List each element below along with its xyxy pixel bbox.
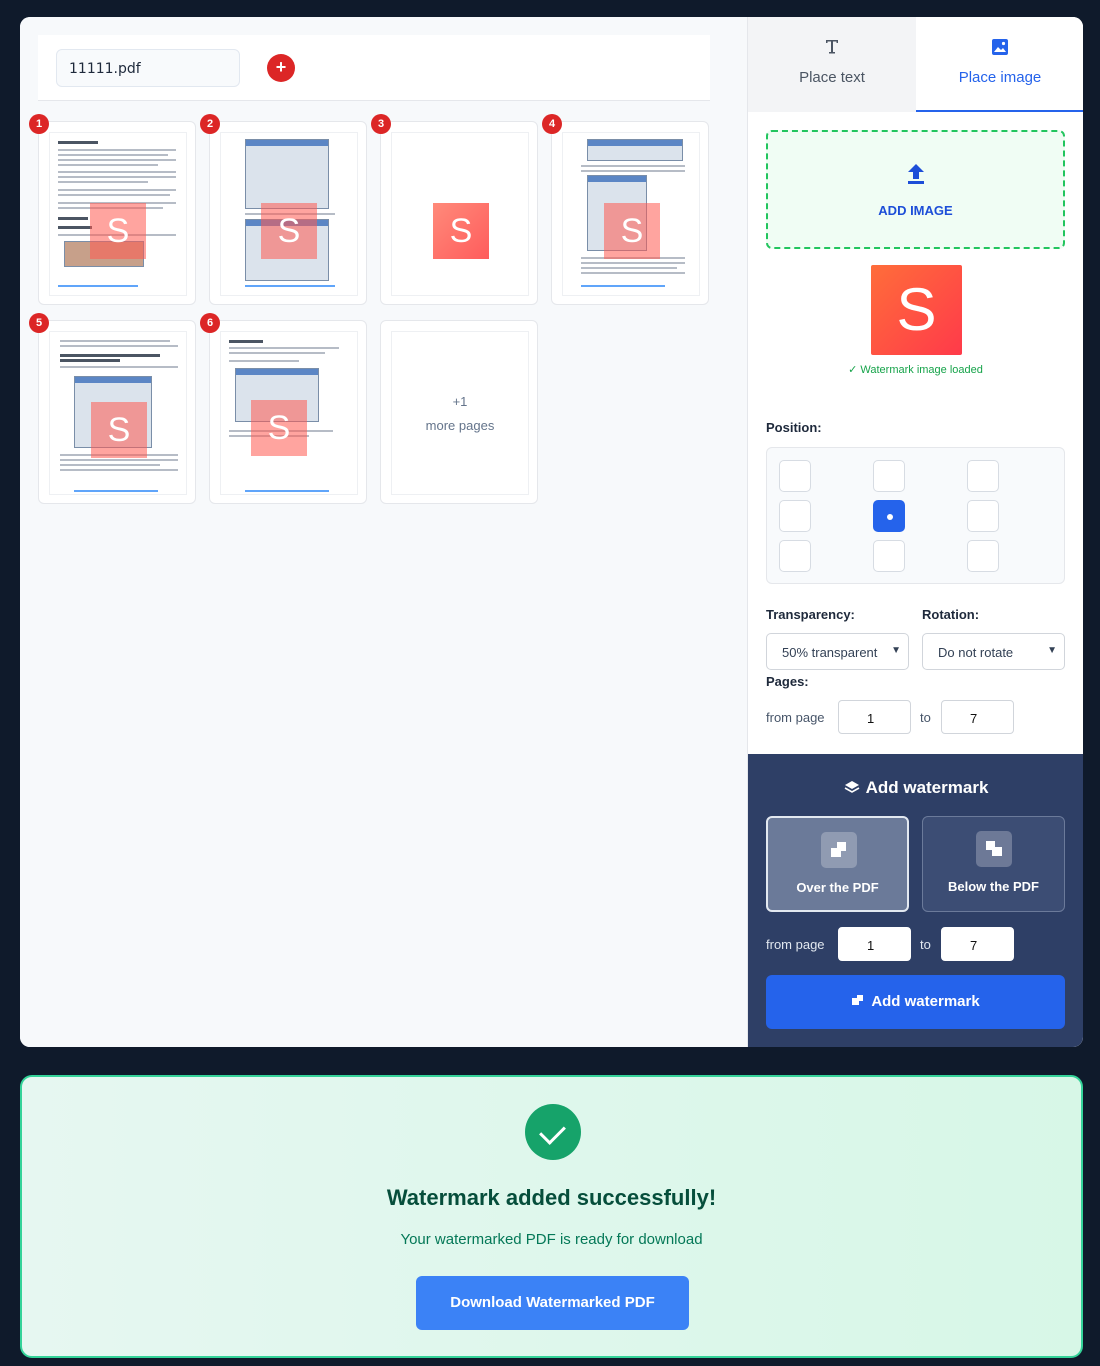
page-number-badge: 1	[29, 114, 49, 134]
watermark-overlay: S	[251, 400, 307, 456]
more-pages-tile[interactable]: +1 more pages	[380, 320, 538, 504]
position-top-center[interactable]	[873, 460, 905, 492]
rotation-label: Rotation:	[922, 607, 980, 622]
add-watermark-panel: Add watermark Over the PDF Below the PDF…	[748, 754, 1083, 1047]
tab-label: Place text	[799, 69, 865, 86]
image-icon	[992, 39, 1008, 55]
add-image-label: ADD IMAGE	[878, 203, 953, 218]
layers-icon	[844, 781, 859, 793]
add-image-dropzone[interactable]: ADD IMAGE	[766, 130, 1065, 249]
upload-icon	[908, 164, 924, 184]
settings-panel: Place text Place image ADD IMAGE S ✓ Wat…	[747, 17, 1083, 1047]
to-label: to	[920, 710, 931, 725]
tab-label: Place image	[958, 69, 1042, 86]
watermark-image-preview: S	[871, 265, 962, 355]
watermark-overlay: S	[261, 203, 317, 259]
file-name-tab[interactable]: 11111.pdf	[56, 49, 240, 87]
position-bottom-left[interactable]	[779, 540, 811, 572]
position-label: Position:	[766, 420, 822, 435]
page-thumbnail-4[interactable]: 4 S	[542, 114, 709, 305]
transparency-label: Transparency:	[766, 607, 855, 622]
page-preview: S	[49, 331, 187, 495]
tab-place-image[interactable]: Place image	[916, 17, 1083, 112]
tab-place-text[interactable]: Place text	[748, 17, 916, 112]
from-page-input[interactable]: 1	[838, 700, 911, 734]
from-page-label: from page	[766, 710, 825, 725]
preview-area: 11111.pdf + 1 S 2 S 3 S 4 S 5 S 6 S +1 m…	[20, 17, 747, 1047]
position-middle-left[interactable]	[779, 500, 811, 532]
from-page-label: from page	[766, 937, 825, 952]
from-page-input[interactable]: 1	[838, 927, 911, 961]
page-thumbnail-2[interactable]: 2 S	[200, 114, 367, 305]
watermark-overlay: S	[91, 402, 147, 458]
rotation-select[interactable]: Do not rotate ▼	[922, 633, 1065, 670]
to-page-input[interactable]: 7	[941, 927, 1014, 961]
position-middle-right[interactable]	[967, 500, 999, 532]
success-subtitle: Your watermarked PDF is ready for downlo…	[400, 1231, 703, 1248]
position-center[interactable]	[873, 500, 905, 532]
chevron-down-icon: ▼	[891, 645, 901, 656]
puzzle-icon	[852, 995, 864, 1005]
page-preview: S	[49, 132, 187, 296]
position-top-right[interactable]	[967, 460, 999, 492]
position-grid	[766, 447, 1065, 584]
to-label: to	[920, 937, 931, 952]
page-preview: S	[391, 132, 529, 296]
file-bar: 11111.pdf +	[38, 35, 710, 101]
over-pdf-button[interactable]: Over the PDF	[766, 816, 909, 912]
more-pages-count: +1	[452, 394, 468, 409]
add-file-button[interactable]: +	[267, 54, 295, 82]
page-number-badge: 6	[200, 313, 220, 333]
position-top-left[interactable]	[779, 460, 811, 492]
add-watermark-heading: Add watermark	[748, 778, 1083, 798]
watermark-overlay: S	[90, 203, 146, 259]
over-layer-icon	[821, 832, 857, 868]
below-layer-icon	[976, 831, 1012, 867]
to-page-input[interactable]: 7	[941, 700, 1014, 734]
below-pdf-button[interactable]: Below the PDF	[922, 816, 1065, 912]
page-thumbnail-1[interactable]: 1 S	[29, 114, 196, 305]
position-bottom-right[interactable]	[967, 540, 999, 572]
page-number-badge: 4	[542, 114, 562, 134]
image-loaded-status: ✓ Watermark image loaded	[848, 364, 983, 376]
page-preview: S	[562, 132, 700, 296]
page-preview: S	[220, 331, 358, 495]
chevron-down-icon: ▼	[1047, 645, 1057, 656]
text-icon	[826, 40, 838, 54]
pages-label: Pages:	[766, 674, 809, 689]
page-thumbnail-6[interactable]: 6 S	[200, 313, 367, 504]
page-thumbnail-5[interactable]: 5 S	[29, 313, 196, 504]
watermark-app: 11111.pdf + 1 S 2 S 3 S 4 S 5 S 6 S +1 m…	[20, 17, 1083, 1047]
watermark-overlay: S	[433, 203, 489, 259]
success-card: Watermark added successfully! Your water…	[20, 1075, 1083, 1358]
page-number-badge: 2	[200, 114, 220, 134]
page-number-badge: 3	[371, 114, 391, 134]
add-watermark-button[interactable]: Add watermark	[766, 975, 1065, 1029]
success-title: Watermark added successfully!	[386, 1185, 717, 1210]
position-bottom-center[interactable]	[873, 540, 905, 572]
page-thumbnail-3[interactable]: 3 S	[371, 114, 538, 305]
transparency-select[interactable]: 50% transparent ▼	[766, 633, 909, 670]
download-button[interactable]: Download Watermarked PDF	[416, 1276, 689, 1330]
page-number-badge: 5	[29, 313, 49, 333]
page-preview: S	[220, 132, 358, 296]
more-pages-label: more pages	[425, 418, 495, 433]
watermark-overlay: S	[604, 203, 660, 259]
check-icon	[525, 1104, 581, 1160]
plus-icon: +	[275, 57, 287, 77]
